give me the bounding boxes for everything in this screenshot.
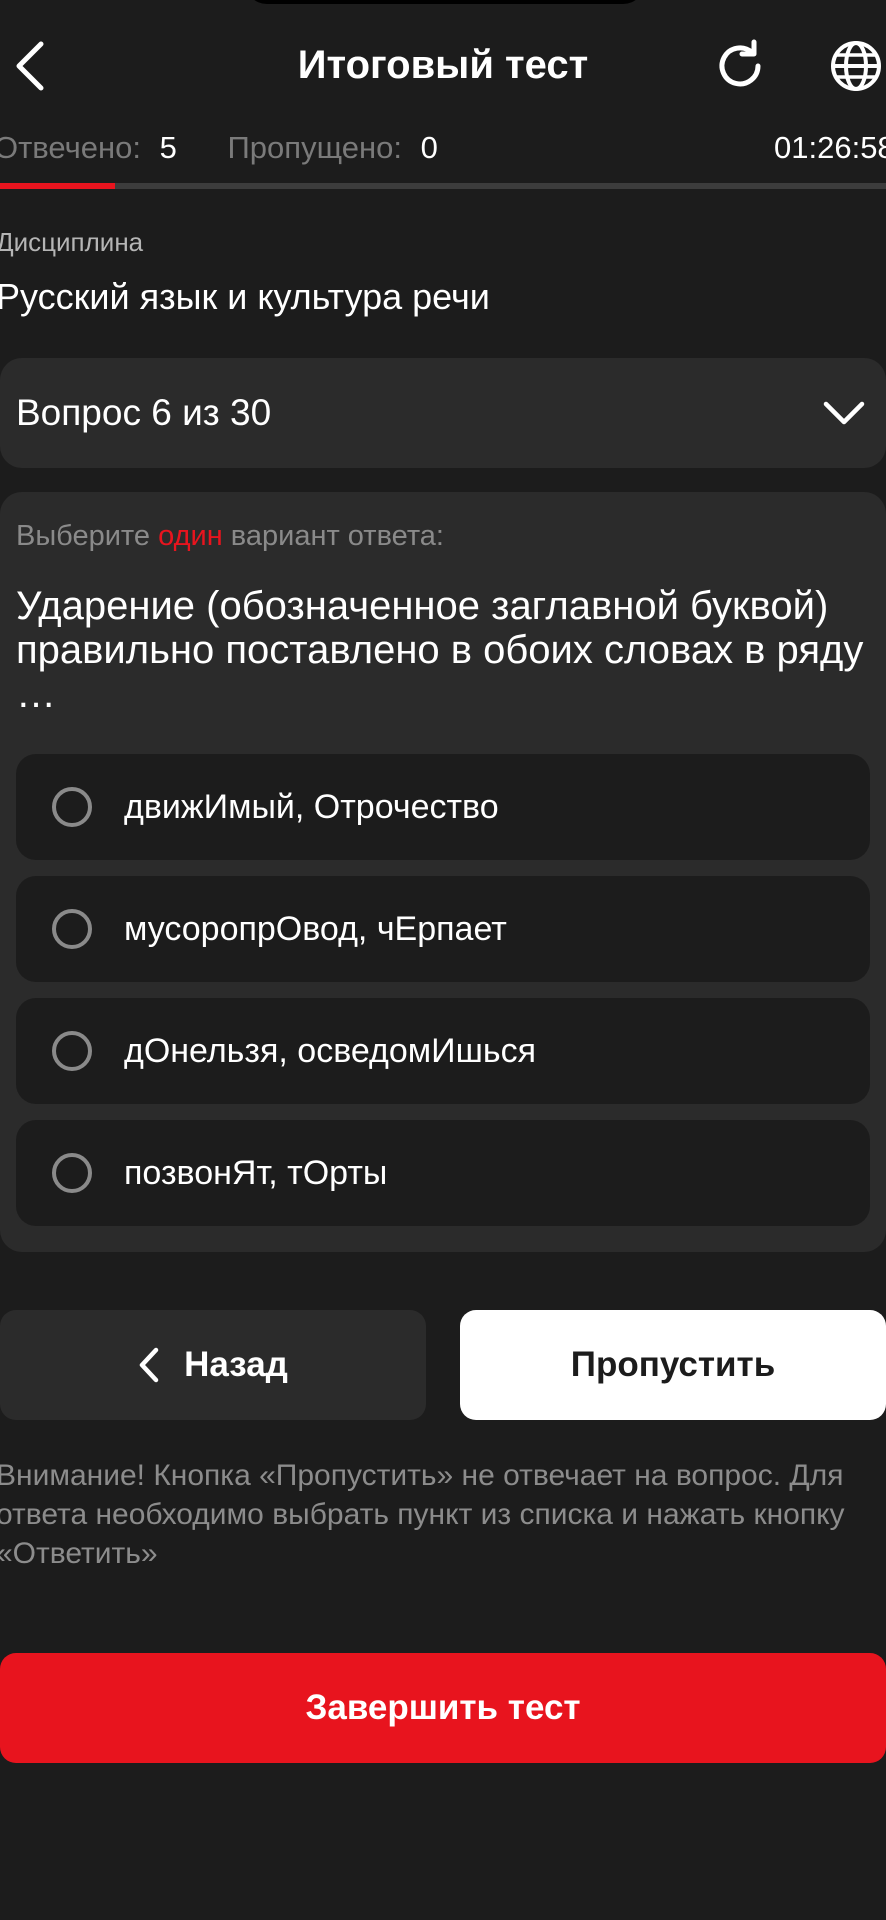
finish-test-button[interactable]: Завершить тест [0, 1653, 886, 1763]
question-card: Выберите один вариант ответа: Ударение (… [0, 492, 886, 1252]
answer-option[interactable]: движИмый, Отрочество [16, 754, 870, 860]
back-nav-button[interactable] [0, 36, 60, 96]
status-bar-notch [245, 0, 645, 4]
globe-icon [831, 41, 881, 91]
question-selector[interactable]: Вопрос 6 из 30 [0, 358, 886, 468]
language-button[interactable] [826, 36, 886, 96]
skip-warning-text: Внимание! Кнопка «Пропустить» не отвечае… [0, 1459, 845, 1570]
stats-row: Отвечено: 5 Пропущено: 0 [0, 128, 438, 168]
radio-button[interactable] [52, 787, 92, 827]
option-label: движИмый, Отрочество [124, 788, 499, 826]
answered-label: Отвечено: [0, 130, 142, 165]
back-button-label: Назад [184, 1345, 288, 1384]
discipline-name: Русский язык и культура речи [0, 276, 490, 317]
option-label: дОнельзя, осведомИшься [124, 1032, 537, 1070]
question-number: Вопрос 6 из 30 [16, 392, 272, 433]
progress-bar [0, 183, 886, 189]
radio-button[interactable] [52, 909, 92, 949]
radio-button[interactable] [52, 1031, 92, 1071]
refresh-icon [719, 39, 761, 87]
radio-button[interactable] [52, 1153, 92, 1193]
skip-button[interactable]: Пропустить [460, 1310, 886, 1420]
discipline-label: Дисциплина [0, 227, 144, 257]
back-button[interactable]: Назад [0, 1310, 426, 1420]
chevron-left-icon [139, 1347, 159, 1383]
instruction-accent: один [158, 520, 223, 552]
skip-button-label: Пропустить [570, 1345, 776, 1384]
refresh-button[interactable] [710, 36, 770, 96]
instruction-text-end: вариант ответа: [222, 520, 444, 552]
answer-instruction: Выберите один вариант ответа: [16, 516, 444, 556]
answer-option[interactable]: мусоропрОвод, чЕрпает [16, 876, 870, 982]
answer-option[interactable]: позвонЯт, тОрты [16, 1120, 870, 1226]
option-label: мусоропрОвод, чЕрпает [124, 910, 507, 948]
progress-fill [0, 183, 116, 189]
chevron-left-icon [16, 41, 44, 91]
skipped-label: Пропущено: [227, 130, 402, 165]
question-text: Ударение (обозначенное заглавной буквой)… [16, 584, 864, 716]
page-title: Итоговый тест [297, 43, 589, 87]
skipped-count: 0 [420, 130, 438, 165]
back-button-content: Назад [0, 1310, 426, 1420]
timer: 01:26:58 [774, 130, 886, 165]
finish-button-label: Завершить тест [305, 1688, 581, 1727]
answered-count: 5 [159, 130, 177, 165]
answer-option[interactable]: дОнельзя, осведомИшься [16, 998, 870, 1104]
instruction-text: Выберите [16, 520, 159, 552]
chevron-down-icon [820, 390, 868, 436]
option-label: позвонЯт, тОрты [124, 1154, 388, 1192]
